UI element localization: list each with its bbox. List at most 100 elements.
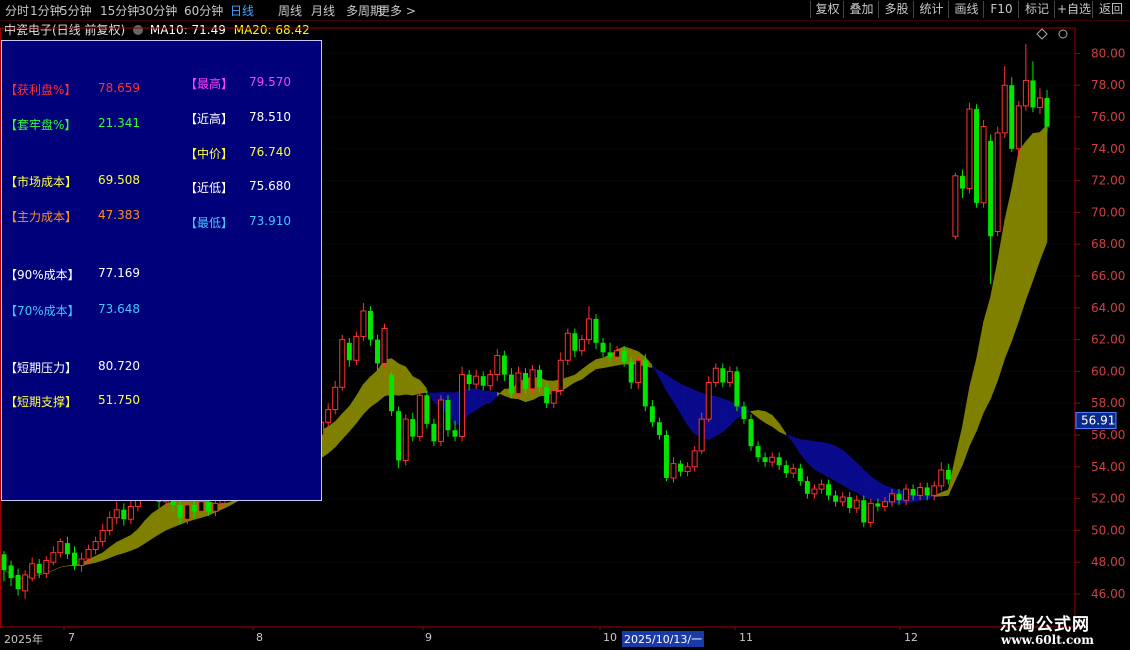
- tab-period-7[interactable]: 周线: [278, 2, 302, 19]
- tab-period-0[interactable]: 分时: [5, 2, 29, 19]
- ma-band-segment: [842, 449, 850, 490]
- ma-band-segment: [849, 455, 858, 493]
- y-tick-label-2: 76.00: [1091, 110, 1125, 124]
- candle-body: [113, 509, 120, 519]
- toolbar-button-6[interactable]: 标记: [1018, 1, 1055, 18]
- ma-band-segment: [334, 412, 343, 448]
- ma-band-segment: [158, 503, 167, 535]
- ma-band-segment: [969, 358, 977, 446]
- toolbar-button-0[interactable]: 复权: [810, 1, 844, 18]
- y-tick-label-4: 72.00: [1091, 174, 1125, 188]
- toolbar-button-5[interactable]: F10: [983, 1, 1019, 18]
- toolbar-button-4[interactable]: 画线: [948, 1, 984, 18]
- candle-body: [445, 400, 451, 431]
- panel-stat-label-2: 【中价】: [185, 147, 234, 161]
- x-tick-label-0: 2025年: [4, 633, 43, 646]
- ma-band-segment: [828, 443, 836, 482]
- panel-stat-label-3: 【近低】: [185, 181, 234, 195]
- candle-body: [663, 435, 669, 478]
- candle-body: [85, 548, 92, 560]
- ma-band-segment: [497, 388, 505, 397]
- candle-body: [15, 574, 21, 590]
- candle-body: [424, 395, 430, 424]
- x-tick-label-2: 8: [256, 631, 263, 644]
- x-tick-label-5: 2025/10/13/一: [622, 631, 705, 647]
- candle-body: [734, 371, 740, 407]
- period-toolbar: 分时 1分钟 5分钟 15分钟 30分钟 60分钟 日线 周线 月线 多周期 更多 > 复权 叠加 多股统…: [0, 0, 1130, 21]
- panel-label-1: 【套牢盘%】: [5, 118, 77, 132]
- candle-body: [523, 372, 528, 389]
- ma-band-segment: [750, 410, 759, 419]
- tab-period-5[interactable]: 60分钟: [184, 2, 223, 19]
- candle-body: [508, 374, 514, 394]
- panel-label-3: 【主力成本】: [5, 210, 78, 224]
- candle-body: [375, 339, 381, 364]
- ma-band-segment: [95, 552, 103, 563]
- candle-body: [833, 495, 839, 502]
- ma-band-segment: [363, 376, 371, 415]
- candle-body: [1022, 79, 1029, 107]
- y-tick-label-12: 56.00: [1091, 428, 1125, 442]
- candle-body: [396, 411, 402, 461]
- candle-body: [741, 406, 747, 420]
- panel-stat-label-0: 【最高】: [185, 77, 234, 91]
- panel-value-5: 73.648: [98, 302, 140, 316]
- tab-period-9[interactable]: 多周期: [346, 2, 382, 19]
- candle-body: [712, 367, 719, 384]
- toolbar-button-7[interactable]: +自选: [1054, 1, 1093, 18]
- panel-label-2: 【市场成本】: [5, 175, 78, 189]
- ma-band-segment: [673, 379, 681, 415]
- tab-period-4[interactable]: 30分钟: [138, 2, 177, 19]
- y-tick-label-5: 70.00: [1091, 205, 1125, 219]
- toolbar-button-1[interactable]: 叠加: [843, 1, 879, 18]
- tab-period-10[interactable]: 更多 >: [378, 2, 416, 19]
- panel-label-4: 【90%成本】: [5, 268, 80, 282]
- tab-period-2[interactable]: 5分钟: [60, 2, 92, 19]
- ma-band-segment: [687, 386, 695, 435]
- tab-period-6[interactable]: 日线: [230, 2, 254, 19]
- panel-label-6: 【短期压力】: [5, 361, 78, 375]
- candle-body: [678, 463, 684, 472]
- candle-body: [50, 552, 57, 563]
- ma-band-segment: [370, 369, 378, 408]
- toolbar-button-3[interactable]: 统计: [913, 1, 949, 18]
- tab-period-3[interactable]: 15分钟: [100, 2, 139, 19]
- tab-period-1[interactable]: 1分钟: [30, 2, 62, 19]
- candle-body: [501, 355, 507, 375]
- ma-band-segment: [595, 357, 604, 370]
- ma-band-segment: [722, 398, 731, 433]
- ma-band-segment: [475, 387, 484, 411]
- ma-band-segment: [349, 395, 357, 433]
- ma-band-segment: [412, 376, 421, 396]
- candle-body: [29, 563, 36, 579]
- panel-stat-value-1: 78.510: [249, 110, 291, 124]
- ma-band-segment: [398, 363, 406, 396]
- candle-body: [529, 369, 536, 390]
- candle-body: [431, 423, 437, 442]
- candle-body: [867, 502, 874, 523]
- candle-body: [325, 409, 332, 423]
- ma-band-segment: [1011, 151, 1020, 341]
- panel-label-5: 【70%成本】: [5, 304, 80, 318]
- toolbar-button-2[interactable]: 多股: [878, 1, 914, 18]
- candle-body: [557, 359, 564, 391]
- candle-body: [980, 126, 987, 204]
- y-tick-label-9: 62.00: [1091, 333, 1125, 347]
- candle-body: [811, 488, 818, 495]
- ma-band-segment: [489, 391, 498, 404]
- candle-body: [1015, 105, 1022, 150]
- ma-band-segment: [377, 358, 385, 403]
- ma-band-segment: [137, 519, 146, 549]
- ma-band-segment: [356, 383, 364, 424]
- candle-body: [959, 175, 965, 189]
- ma-band-segment: [1025, 132, 1034, 300]
- candle-body: [670, 463, 677, 479]
- candle-body: [99, 529, 106, 543]
- tab-period-8[interactable]: 月线: [311, 2, 335, 19]
- candle-body: [635, 359, 642, 384]
- toolbar-button-8[interactable]: 返回: [1092, 1, 1129, 18]
- ma-band-segment: [1018, 140, 1027, 321]
- candle-body: [853, 499, 860, 509]
- candle-body: [8, 565, 14, 579]
- candle-body: [649, 406, 655, 423]
